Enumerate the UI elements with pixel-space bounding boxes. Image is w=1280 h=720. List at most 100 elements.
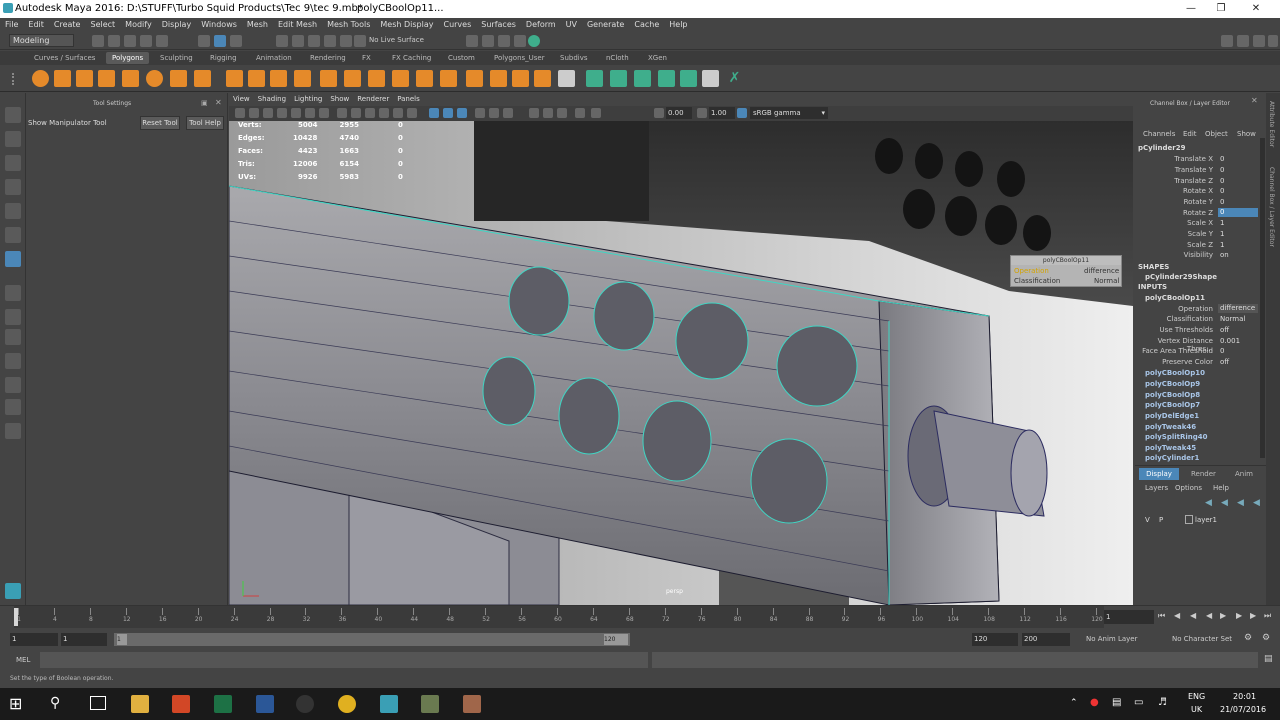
bridge-icon[interactable]: [416, 70, 433, 87]
layer-tab-render[interactable]: Render: [1191, 470, 1216, 478]
uv-spherical-icon[interactable]: [634, 70, 651, 87]
single-pane-icon[interactable]: [5, 285, 21, 301]
file-explorer-icon[interactable]: [131, 695, 149, 713]
layer-move-up-icon[interactable]: ◀: [1205, 498, 1212, 508]
cb-attr-value[interactable]: 0: [1220, 155, 1224, 163]
custom-pane-icon[interactable]: [5, 423, 21, 439]
menu-mesh-display[interactable]: Mesh Display: [375, 18, 438, 31]
exposure-icon[interactable]: [654, 108, 664, 118]
reduce-icon[interactable]: [344, 70, 361, 87]
wireframe-icon[interactable]: [393, 108, 403, 118]
select-component-icon[interactable]: [230, 35, 242, 47]
power-icon[interactable]: ▭: [1134, 697, 1143, 708]
poly-cone-icon[interactable]: [98, 70, 115, 87]
cb-attr-value[interactable]: 1: [1220, 219, 1224, 227]
popup-operation-value[interactable]: difference: [1084, 267, 1119, 275]
cb-attr-label[interactable]: Scale Y: [1137, 230, 1213, 238]
cb-attr-label[interactable]: Visibility: [1137, 251, 1213, 259]
cb-attr-label[interactable]: Rotate Y: [1137, 198, 1213, 206]
cb-attr-label[interactable]: Translate X: [1137, 155, 1213, 163]
cb-attr-value[interactable]: 0: [1220, 198, 1224, 206]
textured-icon[interactable]: [475, 108, 485, 118]
resolution-gate-icon[interactable]: [319, 108, 329, 118]
minimize-icon[interactable]: —: [1176, 0, 1206, 18]
anim-end-field[interactable]: 200: [1022, 633, 1070, 646]
render-settings-icon[interactable]: [498, 35, 510, 47]
cb-history-node[interactable]: polyCBoolOp10: [1145, 369, 1205, 377]
shelf-handle-icon[interactable]: [12, 73, 18, 85]
cb-object-name[interactable]: pCylinder29: [1138, 144, 1185, 152]
channel-box-scrollbar[interactable]: [1260, 138, 1265, 458]
region-label[interactable]: UK: [1191, 705, 1202, 714]
cb-history-node[interactable]: polyCBoolOp7: [1145, 401, 1200, 409]
motion-blur-icon[interactable]: [557, 108, 567, 118]
tool-help-button[interactable]: Tool Help: [186, 116, 224, 130]
auto-key-icon[interactable]: ⚙: [1244, 633, 1252, 643]
outliner-pane-icon[interactable]: [5, 353, 21, 369]
fill-hole-icon[interactable]: [392, 70, 409, 87]
layer-new-selected-icon[interactable]: ◀: [1253, 498, 1260, 508]
cb-input-attr-value[interactable]: Normal: [1220, 315, 1245, 323]
cb-attr-value[interactable]: 1: [1220, 230, 1224, 238]
playback-start-field[interactable]: 1: [61, 633, 107, 646]
cb-attr-label[interactable]: Rotate Z: [1137, 209, 1213, 217]
maya-taskbar-icon[interactable]: [380, 695, 398, 713]
menu-surfaces[interactable]: Surfaces: [476, 18, 521, 31]
menu-windows[interactable]: Windows: [196, 18, 242, 31]
popup-classification-value[interactable]: Normal: [1094, 277, 1119, 285]
scale-tool-icon[interactable]: [5, 227, 21, 243]
uv-cylindrical-icon[interactable]: [610, 70, 627, 87]
extract-icon[interactable]: [368, 70, 385, 87]
cb-history-node[interactable]: polyCBoolOp8: [1145, 391, 1200, 399]
vp-menu-shading[interactable]: Shading: [254, 93, 290, 106]
workspace-icon[interactable]: [1221, 35, 1233, 47]
cb-history-node[interactable]: polyTweak46: [1145, 423, 1196, 431]
char-set-label[interactable]: No Character Set: [1172, 635, 1232, 643]
shelf-tab-rigging[interactable]: Rigging: [204, 52, 243, 64]
shelf-tab-ncloth[interactable]: nCloth: [600, 52, 635, 64]
shelf-tab-fx-caching[interactable]: FX Caching: [386, 52, 437, 64]
live-surface-icon[interactable]: [354, 35, 366, 47]
redo-icon[interactable]: [156, 35, 168, 47]
cb-input-attr-value[interactable]: off: [1220, 358, 1229, 366]
poly-pipe-icon[interactable]: [194, 70, 211, 87]
render-frame-icon[interactable]: [466, 35, 478, 47]
menu-file[interactable]: File: [0, 18, 23, 31]
dof-icon[interactable]: [591, 108, 601, 118]
cb-attr-label[interactable]: Scale Z: [1137, 241, 1213, 249]
anim-layer-label[interactable]: No Anim Layer: [1086, 635, 1137, 643]
time-slider[interactable]: 1 4 8 12 16 20 24 28 32 36 40 44 48 52 56 60 64 68 72 76 80 8…: [0, 605, 1280, 629]
menu-curves[interactable]: Curves: [438, 18, 476, 31]
cb-input-attr-label[interactable]: Classification: [1137, 315, 1213, 323]
vp-menu-show[interactable]: Show: [326, 93, 353, 106]
uv-editor-icon[interactable]: [680, 70, 697, 87]
panel-close-icon[interactable]: ✕: [215, 98, 222, 107]
cb-menu-channels[interactable]: Channels: [1143, 130, 1175, 138]
clock-time[interactable]: 20:01: [1233, 692, 1256, 701]
range-start-handle[interactable]: 1: [117, 634, 127, 645]
close-icon[interactable]: ✕: [1236, 0, 1276, 18]
menu-create[interactable]: Create: [49, 18, 86, 31]
vp-menu-view[interactable]: View: [229, 93, 254, 106]
exposure-field[interactable]: 0.00: [666, 107, 692, 119]
app-icon-a[interactable]: [421, 695, 439, 713]
cb-input-attr-label[interactable]: Preserve Color: [1137, 358, 1213, 366]
color-space-dropdown[interactable]: sRGB gamma ▾: [750, 107, 828, 119]
vp-menu-lighting[interactable]: Lighting: [290, 93, 326, 106]
grid-icon[interactable]: [291, 108, 301, 118]
shelf-tab-curves[interactable]: Curves / Surfaces: [28, 52, 101, 64]
shelf-tab-sculpting[interactable]: Sculpting: [154, 52, 199, 64]
cb-attr-label[interactable]: Scale X: [1137, 219, 1213, 227]
vp-menu-renderer[interactable]: Renderer: [353, 93, 393, 106]
cb-attr-label[interactable]: Translate Z: [1137, 177, 1213, 185]
gate-mask-icon[interactable]: [337, 108, 347, 118]
layout-a-icon[interactable]: [1237, 35, 1249, 47]
menu-edit[interactable]: Edit: [23, 18, 49, 31]
steam-icon[interactable]: [296, 695, 314, 713]
maximize-icon[interactable]: ❐: [1206, 0, 1236, 18]
isolate-icon[interactable]: [529, 108, 539, 118]
paint-select-icon[interactable]: [5, 155, 21, 171]
move-tool-icon[interactable]: [5, 179, 21, 195]
smooth-shade-icon[interactable]: [407, 108, 417, 118]
smooth-icon[interactable]: [270, 70, 287, 87]
